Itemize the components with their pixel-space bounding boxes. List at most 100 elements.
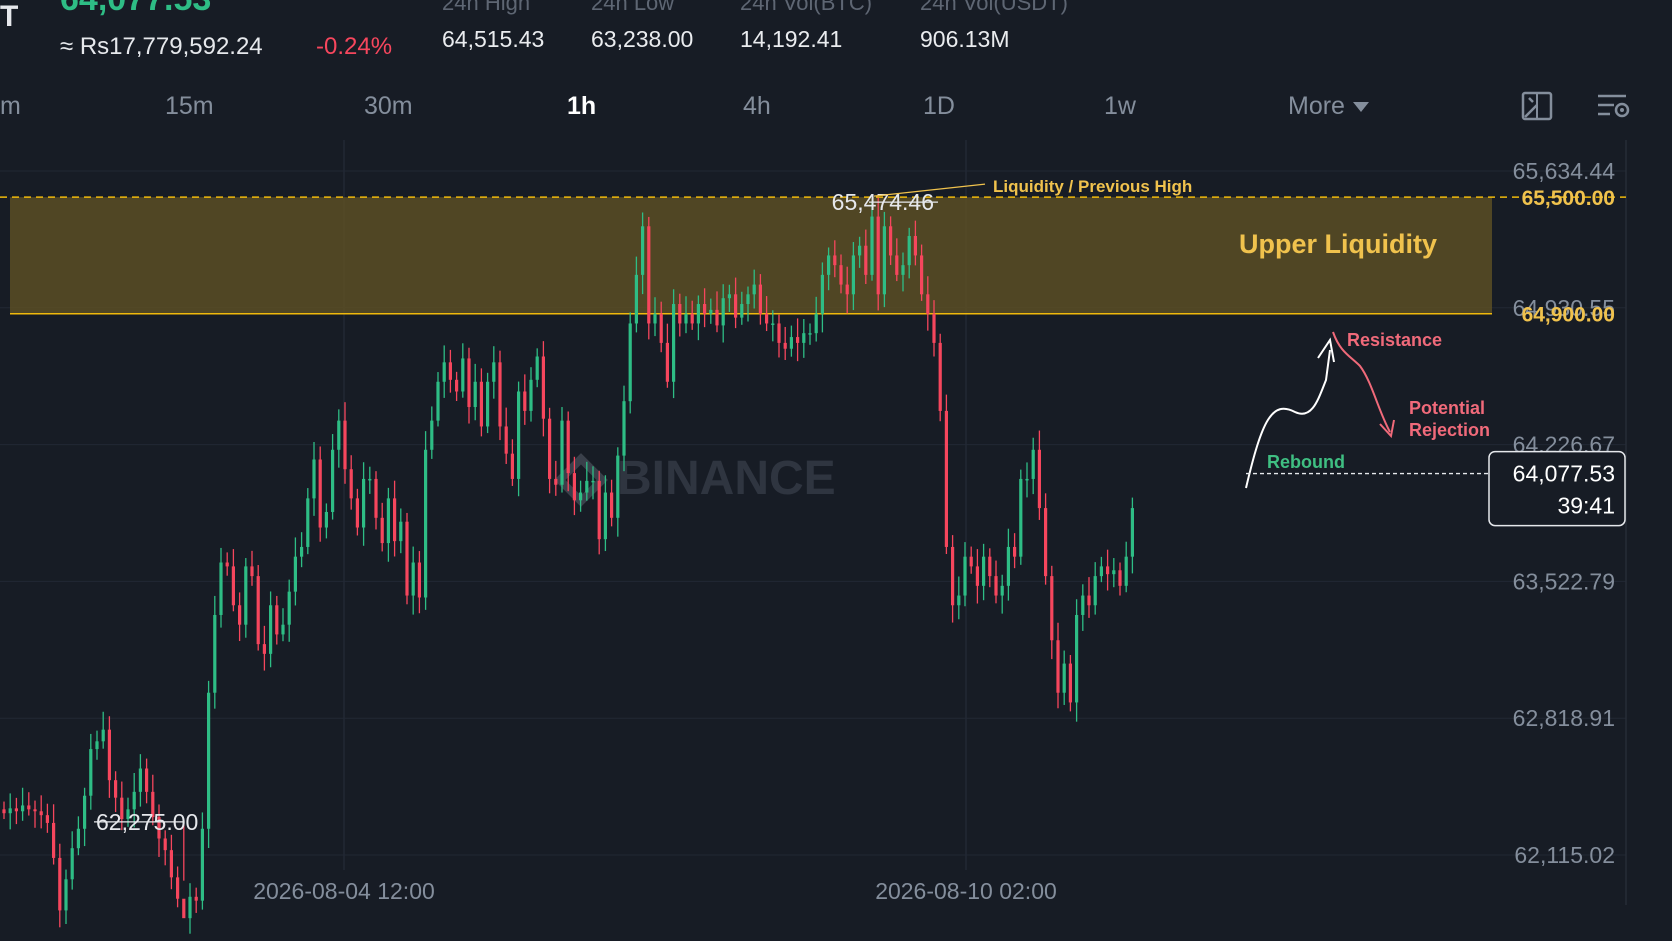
- candle-body: [417, 562, 421, 598]
- candle-body: [1130, 508, 1134, 557]
- candle-body: [1087, 595, 1091, 606]
- candle-body: [1112, 570, 1116, 575]
- watermark-text: BINANCE: [617, 452, 836, 505]
- candle-body: [529, 379, 533, 411]
- candle-body: [27, 805, 31, 810]
- candle-body: [721, 298, 725, 326]
- candle-body: [616, 455, 620, 518]
- candle-body: [1075, 614, 1079, 703]
- candle-body: [1031, 449, 1035, 479]
- candle-body: [641, 226, 645, 275]
- candle-body: [194, 896, 198, 901]
- candle-body: [913, 235, 917, 256]
- candle-body: [455, 379, 459, 392]
- candle-body: [1106, 566, 1110, 575]
- candle-body: [504, 426, 508, 454]
- candle-body: [560, 420, 564, 485]
- candle-body: [331, 449, 335, 512]
- candle-body: [355, 498, 359, 528]
- candle-body: [957, 595, 961, 606]
- candle-body: [746, 294, 750, 305]
- candle-body: [1068, 663, 1072, 703]
- candle-body: [833, 255, 837, 266]
- binance-watermark: BINANCE: [554, 452, 836, 507]
- candle-body: [442, 362, 446, 382]
- candle-body: [368, 478, 372, 481]
- candle-body: [647, 226, 651, 324]
- candle-body: [256, 576, 260, 645]
- candle-body: [684, 313, 688, 324]
- candle-body: [932, 313, 936, 343]
- candle-body: [1056, 640, 1060, 693]
- candle-body: [318, 459, 322, 528]
- candle-body: [994, 576, 998, 596]
- y-tick-label: 63,522.79: [1513, 568, 1615, 594]
- candle-body: [169, 850, 173, 878]
- candle-body: [76, 828, 80, 849]
- zone-label: Upper Liquidity: [1239, 229, 1437, 259]
- candle-body: [231, 566, 235, 606]
- high-value-label: 65,474.46: [832, 189, 934, 215]
- candle-body: [269, 605, 273, 654]
- candle-body: [901, 265, 905, 275]
- candle-body: [250, 566, 254, 577]
- candle-body: [820, 274, 824, 314]
- candle-body: [752, 284, 756, 295]
- candle-body: [864, 245, 868, 275]
- candle-body: [58, 857, 62, 911]
- candle-body: [1000, 585, 1004, 596]
- candle-body: [653, 313, 657, 324]
- candle-body: [182, 898, 186, 919]
- candle-body: [802, 333, 806, 343]
- candle-body: [83, 795, 87, 829]
- candle-body: [591, 480, 595, 483]
- candle-body: [610, 492, 614, 518]
- candle-body: [219, 562, 223, 615]
- candle-body: [238, 605, 242, 625]
- candle-body: [52, 822, 56, 858]
- candle-body: [814, 313, 818, 334]
- candle-body: [45, 815, 49, 823]
- candle-body: [895, 255, 899, 275]
- candle-body: [1019, 478, 1023, 557]
- candle-body: [132, 791, 136, 810]
- candle-body: [926, 294, 930, 314]
- candle-body: [33, 809, 37, 812]
- candle-body: [362, 478, 366, 528]
- candle-body: [281, 624, 285, 635]
- candle-body: [554, 478, 558, 485]
- candle-body: [405, 521, 409, 596]
- candle-body: [765, 313, 769, 324]
- candle-body: [114, 780, 118, 798]
- candle-body: [969, 556, 973, 567]
- candle-body: [603, 492, 607, 540]
- candle-body: [715, 309, 719, 326]
- price-chart[interactable]: BINANCE Upper Liquidity 65,474.46 Liquidi…: [0, 0, 1672, 941]
- level-price-label: 64,900.00: [1522, 304, 1615, 327]
- candle-body: [70, 848, 74, 880]
- candle-body: [64, 879, 68, 911]
- candle-body: [8, 808, 12, 814]
- price-axis: 65,634.4464,930.5564,226.6763,522.7962,8…: [1488, 158, 1626, 868]
- candle-body: [1050, 576, 1054, 641]
- candle-body: [548, 418, 552, 479]
- candle-body: [200, 828, 204, 901]
- y-tick-label: 65,634.44: [1513, 158, 1616, 184]
- candle-body: [312, 459, 316, 499]
- candle-body: [1093, 576, 1097, 606]
- candle-body: [523, 391, 527, 411]
- level-price-label: 65,500.00: [1522, 187, 1615, 210]
- candle-body: [436, 381, 440, 421]
- candle-body: [938, 342, 942, 411]
- candle-body: [89, 749, 93, 796]
- candle-body: [703, 304, 707, 314]
- candle-body: [889, 226, 893, 256]
- rebound-label: Rebound: [1267, 452, 1345, 472]
- candle-body: [14, 808, 18, 812]
- candle-body: [262, 644, 266, 654]
- candle-body: [1025, 478, 1029, 481]
- candle-body: [777, 323, 781, 343]
- candle-body: [498, 362, 502, 427]
- candle-body: [665, 342, 669, 382]
- candle-body: [858, 245, 862, 256]
